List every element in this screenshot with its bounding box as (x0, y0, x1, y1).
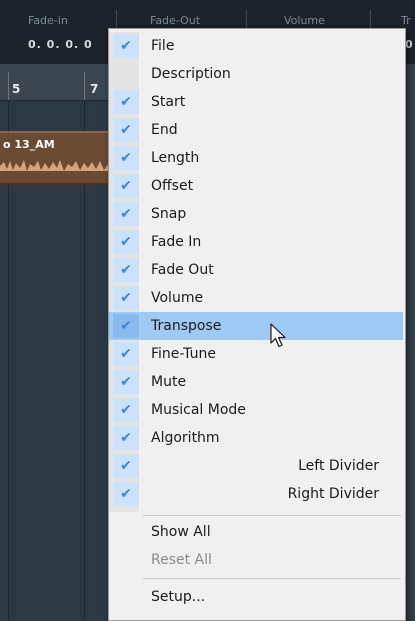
check-icon: ✔ (120, 486, 132, 502)
menu-item-label: Transpose (151, 318, 222, 334)
header-separator (246, 10, 247, 28)
check-icon: ✔ (120, 206, 132, 222)
event-name: o 13_AM (3, 138, 55, 151)
menu-item-mute[interactable]: ✔ Mute (109, 368, 403, 396)
menu-item-snap[interactable]: ✔ Snap (109, 200, 403, 228)
menu-item-file[interactable]: ✔ File (109, 32, 403, 60)
menu-item-label: Algorithm (151, 430, 220, 446)
menu-item-reset-all: Reset All (109, 546, 403, 574)
menu-item-algorithm[interactable]: ✔ Algorithm (109, 424, 403, 452)
check-icon: ✔ (120, 38, 132, 54)
check-icon: ✔ (120, 178, 132, 194)
menu-item-label: Reset All (151, 552, 212, 568)
menu-item-offset[interactable]: ✔ Offset (109, 172, 403, 200)
menu-item-length[interactable]: ✔ Length (109, 144, 403, 172)
menu-item-label: End (151, 122, 178, 138)
audio-event[interactable]: o 13_AM (0, 131, 120, 185)
menu-item-fade-in[interactable]: ✔ Fade In (109, 228, 403, 256)
menu-item-end[interactable]: ✔ End (109, 116, 403, 144)
menu-item-fine-tune[interactable]: ✔ Fine-Tune (109, 340, 403, 368)
check-icon: ✔ (120, 430, 132, 446)
menu-item-label: Description (151, 66, 231, 82)
check-icon: ✔ (120, 122, 132, 138)
menu-item-fade-out[interactable]: ✔ Fade Out (109, 256, 403, 284)
menu-item-label: Length (151, 150, 200, 166)
menu-item-label: Left Divider (298, 458, 379, 474)
check-icon: ✔ (120, 290, 132, 306)
mouse-pointer-icon (270, 323, 286, 348)
check-icon: ✔ (120, 234, 132, 250)
check-icon: ✔ (120, 318, 132, 334)
menu-item-start[interactable]: ✔ Start (109, 88, 403, 116)
transpose-value[interactable]: 0 (405, 38, 414, 51)
header-volume: Volume (284, 14, 325, 27)
menu-item-label: Fade In (151, 234, 202, 250)
menu-item-description[interactable]: Description (109, 60, 403, 88)
header-separator (370, 10, 371, 28)
menu-item-label: Start (151, 94, 186, 110)
menu-item-label: Right Divider (287, 486, 379, 502)
waveform (0, 160, 120, 171)
header-transpose: Tr (401, 14, 411, 27)
menu-item-label: File (151, 38, 175, 54)
menu-item-show-all[interactable]: Show All (109, 518, 403, 546)
header-separator (116, 10, 117, 28)
menu-divider (143, 515, 401, 516)
setup-info-line-menu: ✔ File Description ✔ Start ✔ End ✔ Lengt… (108, 28, 406, 621)
menu-item-label: Mute (151, 374, 187, 390)
menu-item-setup[interactable]: Setup... (109, 583, 403, 611)
header-fade-out: Fade-Out (150, 14, 201, 27)
menu-item-label: Show All (151, 524, 211, 540)
menu-item-volume[interactable]: ✔ Volume (109, 284, 403, 312)
check-icon: ✔ (120, 150, 132, 166)
check-icon: ✔ (120, 458, 132, 474)
menu-divider (143, 578, 401, 579)
menu-item-left-divider[interactable]: ✔ Left Divider (109, 452, 403, 480)
check-icon: ✔ (120, 94, 132, 110)
menu-item-transpose[interactable]: ✔ Transpose (109, 312, 403, 340)
ruler-mark: 7 (90, 82, 99, 96)
check-icon: ✔ (120, 402, 132, 418)
check-icon: ✔ (120, 374, 132, 390)
ruler-tick (84, 72, 85, 100)
menu-item-musical-mode[interactable]: ✔ Musical Mode (109, 396, 403, 424)
header-fade-in: Fade-in (28, 14, 68, 27)
menu-item-label: Setup... (151, 589, 206, 605)
menu-item-label: Musical Mode (151, 402, 246, 418)
menu-item-label: Fine-Tune (151, 346, 216, 362)
check-icon: ✔ (120, 262, 132, 278)
menu-item-right-divider[interactable]: ✔ Right Divider (109, 480, 403, 508)
menu-item-label: Fade Out (151, 262, 214, 278)
ruler-tick (8, 72, 9, 100)
fade-in-value[interactable]: 0. 0. 0. 0 (28, 38, 93, 51)
menu-item-label: Volume (151, 290, 204, 306)
check-icon: ✔ (120, 346, 132, 362)
menu-item-label: Offset (151, 178, 194, 194)
menu-item-label: Snap (151, 206, 187, 222)
ruler-mark: 5 (12, 82, 21, 96)
